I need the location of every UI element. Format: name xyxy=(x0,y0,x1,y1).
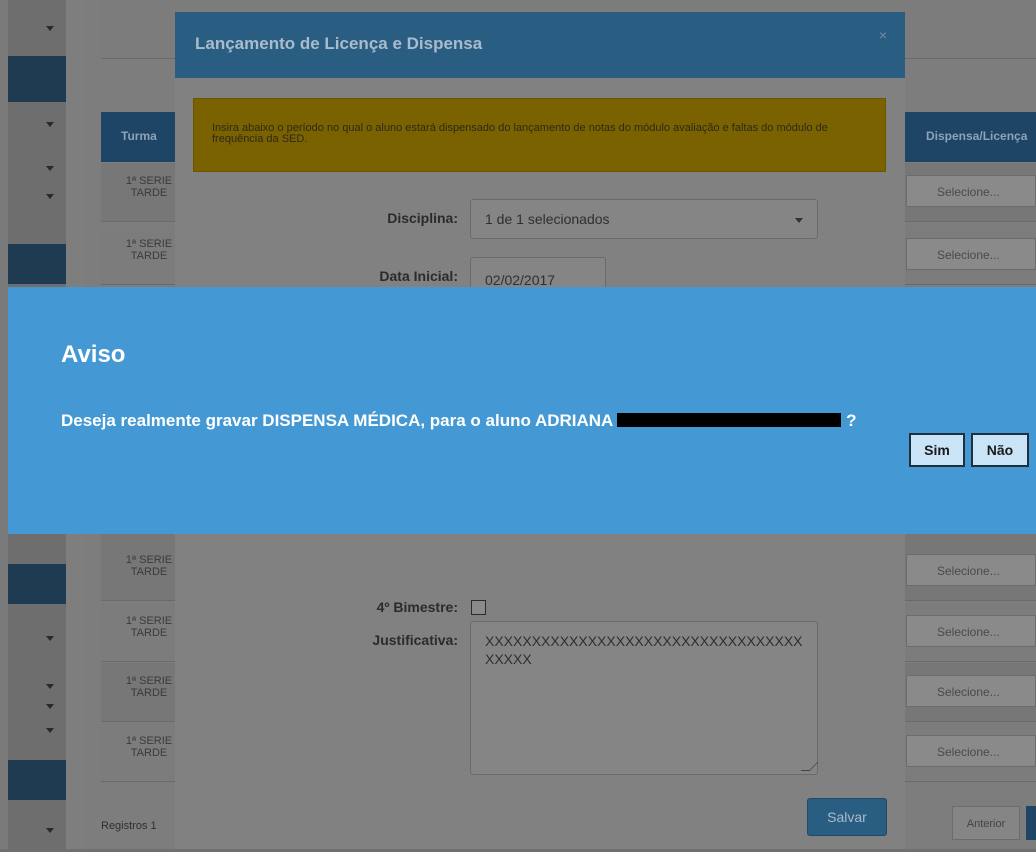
previous-page-button[interactable]: Anterior xyxy=(952,806,1020,840)
message-text: Deseja realmente gravar DISPENSA MÉDICA,… xyxy=(61,411,614,430)
chevron-down-icon xyxy=(795,218,803,223)
justificativa-textarea[interactable]: XXXXXXXXXXXXXXXXXXXXXXXXXXXXXXXXXXXXXXX xyxy=(470,621,819,775)
chevron-down-icon xyxy=(46,636,54,641)
justificativa-value: XXXXXXXXXXXXXXXXXXXXXXXXXXXXXXXXXXXXXXX xyxy=(485,633,803,667)
chevron-down-icon xyxy=(46,828,54,833)
sidebar-dropdown[interactable] xyxy=(8,620,66,660)
sidebar-dropdown[interactable] xyxy=(8,668,66,708)
dispensa-select[interactable]: Selecione... xyxy=(906,675,1036,707)
disciplina-value: 1 de 1 selecionados xyxy=(485,211,610,227)
turma-cell: 1ª SERIE TARDE xyxy=(125,735,173,759)
modal-header: Lançamento de Licença e Dispensa × xyxy=(175,12,905,78)
close-icon[interactable]: × xyxy=(879,27,887,43)
turma-cell: 1ª SERIE TARDE xyxy=(125,675,173,699)
dispensa-select[interactable]: Selecione... xyxy=(906,175,1036,207)
alert-text: Insira abaixo o período no qual o aluno … xyxy=(212,122,828,145)
data-inicial-label: Data Inicial: xyxy=(379,268,458,284)
dispensa-select[interactable]: Selecione... xyxy=(906,735,1036,767)
message-question-mark: ? xyxy=(846,411,857,430)
info-alert: Insira abaixo o período no qual o aluno … xyxy=(193,98,886,172)
disciplina-label: Disciplina: xyxy=(387,210,458,226)
sidebar-item-active[interactable] xyxy=(8,564,66,604)
sidebar-dropdown[interactable] xyxy=(8,178,66,218)
column-header-turma: Turma xyxy=(121,129,157,143)
sidebar-item-active[interactable] xyxy=(8,244,66,284)
sidebar-dropdown[interactable] xyxy=(8,712,66,752)
sidebar-dropdown[interactable] xyxy=(8,106,66,146)
turma-cell: 1ª SERIE TARDE xyxy=(125,238,173,262)
dispensa-select[interactable]: Selecione... xyxy=(906,554,1036,586)
chevron-down-icon xyxy=(46,122,54,127)
confirm-no-button[interactable]: Não xyxy=(971,433,1029,467)
bimestre-4-checkbox[interactable] xyxy=(471,600,486,615)
bimestre-4-label: 4º Bimestre: xyxy=(376,599,458,615)
justificativa-label: Justificativa: xyxy=(372,632,458,648)
chevron-down-icon xyxy=(46,728,54,733)
pagination-current[interactable] xyxy=(1026,806,1036,840)
records-label: Registros 1 xyxy=(101,820,157,832)
dialog-title: Aviso xyxy=(61,341,126,368)
turma-cell: 1ª SERIE TARDE xyxy=(125,615,173,639)
sidebar-dropdown[interactable] xyxy=(8,812,66,852)
chevron-down-icon xyxy=(46,26,54,31)
column-header-dispensa: Dispensa/Licença xyxy=(926,129,1028,143)
chevron-down-icon xyxy=(46,684,54,689)
sidebar-item-active[interactable] xyxy=(8,56,66,102)
chevron-down-icon xyxy=(46,194,54,199)
sidebar-item-active[interactable] xyxy=(8,760,66,800)
redacted-name xyxy=(617,413,842,427)
modal-title: Lançamento de Licença e Dispensa xyxy=(195,34,483,53)
sidebar-dropdown[interactable] xyxy=(8,10,66,50)
aviso-dialog: Aviso Deseja realmente gravar DISPENSA M… xyxy=(8,287,1036,534)
dispensa-select[interactable]: Selecione... xyxy=(906,238,1036,270)
disciplina-select[interactable]: 1 de 1 selecionados xyxy=(470,199,818,239)
dialog-message: Deseja realmente gravar DISPENSA MÉDICA,… xyxy=(61,411,856,431)
dispensa-select[interactable]: Selecione... xyxy=(906,615,1036,647)
turma-cell: 1ª SERIE TARDE xyxy=(125,175,173,199)
confirm-yes-button[interactable]: Sim xyxy=(909,433,965,467)
resize-handle-icon[interactable] xyxy=(800,762,819,771)
turma-cell: 1ª SERIE TARDE xyxy=(125,554,173,578)
chevron-down-icon xyxy=(46,166,54,171)
save-button[interactable]: Salvar xyxy=(807,798,887,836)
